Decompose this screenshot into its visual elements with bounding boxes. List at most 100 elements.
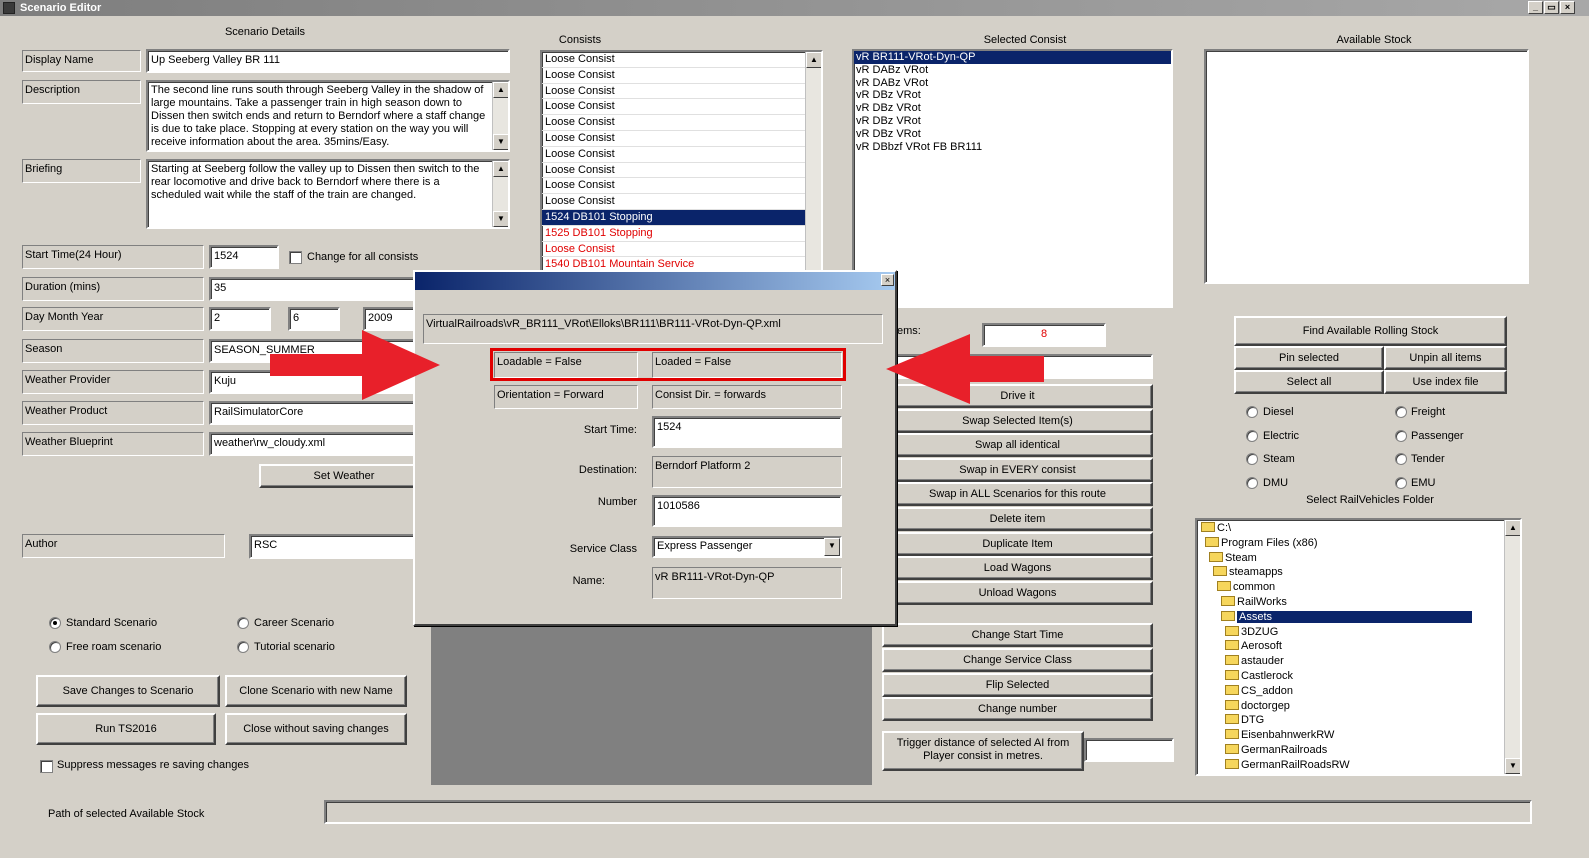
year-field[interactable]: 2009 <box>363 307 419 331</box>
close-without-saving-button[interactable]: Close without saving changes <box>225 713 407 745</box>
consist-action-button[interactable]: Swap in ALL Scenarios for this route <box>882 482 1153 507</box>
find-rolling-stock-button[interactable]: Find Available Rolling Stock <box>1234 316 1507 346</box>
stock-type-radio[interactable] <box>1246 406 1258 418</box>
selected-consist-item[interactable]: vR BR111-VRot-Dyn-QP <box>854 51 1171 64</box>
consist-action-button[interactable]: Unload Wagons <box>882 580 1153 605</box>
briefing-field[interactable]: Starting at Seeberg follow the valley up… <box>146 159 510 229</box>
consist-action-button[interactable]: Change Start Time <box>882 623 1153 647</box>
folder-tree-item[interactable]: doctorgep <box>1197 699 1504 714</box>
consist-action-button[interactable]: Flip Selected <box>882 672 1153 697</box>
folder-tree-item[interactable]: 3DZUG <box>1197 625 1504 640</box>
minimize-button[interactable]: _ <box>1528 1 1543 14</box>
close-button[interactable]: × <box>1560 1 1575 14</box>
selected-consist-item[interactable]: vR DBz VRot <box>854 128 1171 141</box>
folder-tree-item[interactable]: Assets <box>1197 610 1504 625</box>
folder-tree-item[interactable]: steamapps <box>1197 565 1504 580</box>
day-field[interactable]: 2 <box>209 307 271 331</box>
trigger-distance-field[interactable] <box>1084 738 1174 762</box>
selected-consist-item[interactable]: vR DABz VRot <box>854 64 1171 77</box>
month-field[interactable]: 6 <box>288 307 340 331</box>
folder-tree[interactable]: C:\ Program Files (x86) Steam steamapps comm… <box>1195 518 1522 776</box>
consist-list-item[interactable]: 1524 DB101 Stopping <box>542 209 805 226</box>
consist-action-button[interactable]: Change number <box>882 697 1153 722</box>
selected-consist-item[interactable]: vR DBz VRot <box>854 115 1171 128</box>
folder-tree-item[interactable]: Steam <box>1197 551 1504 566</box>
select-all-button[interactable]: Select all <box>1234 370 1384 394</box>
selected-consist-item[interactable]: vR DBbzf VRot FB BR111 <box>854 141 1171 154</box>
author-field[interactable]: RSC <box>249 534 419 559</box>
suppress-messages-checkbox[interactable] <box>40 760 53 773</box>
tutorial-scenario-radio[interactable] <box>237 641 249 653</box>
description-field[interactable]: The second line runs south through Seebe… <box>146 80 510 152</box>
stock-type-radio[interactable] <box>1395 453 1407 466</box>
consist-action-button[interactable]: Swap all identical <box>882 433 1153 458</box>
use-index-file-button[interactable]: Use index file <box>1384 370 1507 394</box>
consist-list-item[interactable]: Loose Consist <box>542 84 805 100</box>
folder-tree-scrollbar[interactable]: ▲ ▼ <box>1504 520 1520 774</box>
consist-action-button[interactable]: Delete item <box>882 507 1153 531</box>
service-class-select[interactable]: Express Passenger ▼ <box>652 536 842 558</box>
unpin-all-button[interactable]: Unpin all items <box>1384 346 1507 370</box>
consists-list[interactable]: Loose Consist Loose Consist Loose Consist L… <box>540 50 823 272</box>
folder-tree-item[interactable]: Aerosoft <box>1197 639 1504 654</box>
description-scrollbar[interactable]: ▲ ▼ <box>492 82 508 150</box>
number-field[interactable]: 1010586 <box>652 495 842 527</box>
run-ts2016-button[interactable]: Run TS2016 <box>36 713 216 745</box>
scroll-up-icon[interactable]: ▲ <box>806 52 821 68</box>
selected-consist-item[interactable]: vR DABz VRot <box>854 77 1171 90</box>
consist-action-button[interactable]: Change Service Class <box>882 647 1153 672</box>
career-scenario-radio[interactable] <box>237 617 249 629</box>
set-weather-button[interactable]: Set Weather <box>259 464 429 488</box>
duration-field[interactable]: 35 <box>209 277 419 301</box>
folder-tree-item[interactable]: GermanRailroads <box>1197 743 1504 758</box>
consist-action-button[interactable]: Swap in EVERY consist <box>882 457 1153 482</box>
scroll-up-icon[interactable]: ▲ <box>493 161 508 177</box>
consists-scrollbar[interactable]: ▲ <box>805 52 821 270</box>
scroll-down-icon[interactable]: ▼ <box>493 134 508 150</box>
folder-tree-item[interactable]: Program Files (x86) <box>1197 536 1504 551</box>
folder-tree-item[interactable]: astauder <box>1197 654 1504 669</box>
folder-tree-item[interactable]: C:\ <box>1197 521 1504 536</box>
consist-list-item[interactable]: Loose Consist <box>542 131 805 147</box>
stock-type-radio[interactable] <box>1395 406 1407 418</box>
folder-tree-item[interactable]: Castlerock <box>1197 669 1504 684</box>
selected-consist-item[interactable]: vR DBz VRot <box>854 89 1171 102</box>
folder-tree-item[interactable]: EisenbahnwerkRW <box>1197 728 1504 743</box>
folder-tree-item[interactable]: common <box>1197 580 1504 595</box>
scroll-down-icon[interactable]: ▼ <box>493 211 508 227</box>
weather-blueprint-field[interactable]: weather\rw_cloudy.xml <box>209 432 419 456</box>
consist-list-item[interactable]: Loose Consist <box>542 115 805 131</box>
consist-list-item[interactable]: Loose Consist <box>542 242 805 258</box>
pin-selected-button[interactable]: Pin selected <box>1234 346 1384 370</box>
folder-tree-item[interactable]: DTG <box>1197 713 1504 728</box>
selected-consist-list[interactable]: vR BR111-VRot-Dyn-QP vR DABz VRot vR DABz … <box>852 49 1173 308</box>
consist-list-item[interactable]: 1525 DB101 Stopping <box>542 226 805 242</box>
standard-scenario-radio[interactable] <box>49 617 61 629</box>
folder-tree-item[interactable]: CS_addon <box>1197 684 1504 699</box>
restore-button[interactable]: ▭ <box>1544 1 1559 14</box>
stock-type-radio[interactable] <box>1395 429 1407 442</box>
folder-tree-item[interactable]: GermanRailRoadsRW <box>1197 758 1504 773</box>
scroll-down-icon[interactable]: ▼ <box>1505 758 1520 774</box>
start-time-field[interactable]: 1524 <box>209 245 279 269</box>
scroll-up-icon[interactable]: ▲ <box>493 82 508 98</box>
consist-list-item[interactable]: Loose Consist <box>542 52 805 68</box>
briefing-scrollbar[interactable]: ▲ ▼ <box>492 161 508 227</box>
change-all-checkbox[interactable] <box>289 251 302 264</box>
trigger-distance-button[interactable]: Trigger distance of selected AI from Pla… <box>882 731 1084 771</box>
consist-list-item[interactable]: Loose Consist <box>542 68 805 84</box>
selected-consist-item[interactable]: vR DBz VRot <box>854 102 1171 115</box>
dialog-start-time-field[interactable]: 1524 <box>652 416 842 448</box>
consist-list-item[interactable]: Loose Consist <box>542 194 805 210</box>
dropdown-arrow-icon[interactable]: ▼ <box>824 538 840 556</box>
consist-list-item[interactable]: Loose Consist <box>542 178 805 195</box>
consist-list-item[interactable]: Loose Consist <box>542 163 805 179</box>
consist-action-button[interactable]: Load Wagons <box>882 556 1153 581</box>
consist-action-button[interactable]: Swap Selected Item(s) <box>882 408 1153 433</box>
stock-type-radio[interactable] <box>1246 453 1258 466</box>
save-scenario-button[interactable]: Save Changes to Scenario <box>36 675 220 707</box>
folder-tree-item[interactable]: RailWorks <box>1197 595 1504 610</box>
freeroam-scenario-radio[interactable] <box>49 641 61 653</box>
display-name-field[interactable]: Up Seeberg Valley BR 111 <box>146 49 510 73</box>
consist-list-item[interactable]: Loose Consist <box>542 147 805 163</box>
